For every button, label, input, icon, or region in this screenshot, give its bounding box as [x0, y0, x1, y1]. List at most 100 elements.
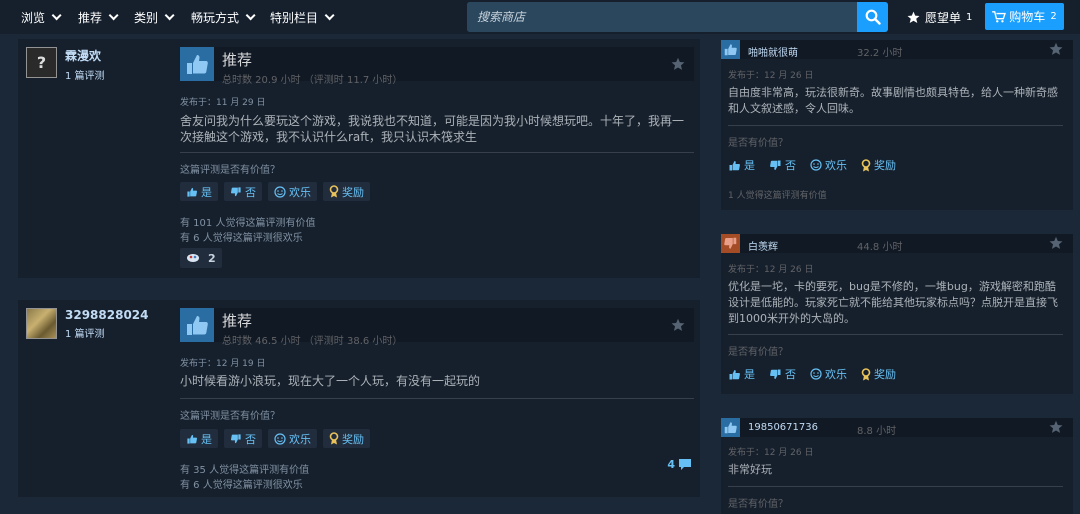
no-button[interactable]: 否: [769, 157, 796, 173]
review-verdict: 推荐: [222, 51, 253, 69]
smiley-icon: [810, 159, 822, 171]
yes-button[interactable]: 是: [180, 182, 218, 201]
funny-label: 欢乐: [289, 185, 311, 199]
side-helpful-count: 1 人觉得这篇评测有价值: [728, 191, 827, 201]
no-label: 否: [245, 185, 256, 199]
review-hours: 总时数 46.5 小时 （评测时 38.6 小时）: [222, 336, 403, 347]
review-author[interactable]: 3298828024 1 篇评测: [26, 308, 149, 340]
smiley-icon: [810, 368, 822, 380]
award-ribbon-icon: [329, 185, 339, 198]
chevron-down-icon: [108, 9, 119, 20]
thumbs-up-icon: [721, 418, 740, 437]
search-input[interactable]: [467, 2, 857, 32]
star-icon[interactable]: [1049, 42, 1063, 56]
side-review-card: 啪啪就很萌 32.2 小时 发布于：12 月 26 日 自由度非常高，玩法很新奇…: [721, 40, 1073, 210]
yes-button[interactable]: 是: [728, 157, 755, 173]
search-icon: [865, 9, 881, 25]
received-awards[interactable]: 2: [180, 248, 222, 268]
review-card: ? 霖漫欢 1 篇评测 推荐 总时数 20.9 小时 （评测时 11.7 小时）…: [18, 39, 700, 278]
funny-label: 欢乐: [825, 159, 847, 172]
smiley-icon: [274, 432, 286, 445]
side-author-name[interactable]: 19850671736: [748, 422, 818, 433]
award-button[interactable]: 奖励: [323, 429, 370, 448]
award-label: 奖励: [342, 185, 364, 199]
cart-label: 购物车: [1009, 10, 1046, 24]
thumbs-down-icon: [721, 234, 740, 253]
nav-ways-to-play[interactable]: 畅玩方式: [191, 0, 256, 34]
comments-link[interactable]: 4: [667, 458, 692, 471]
side-helpful-question: 是否有价值？: [728, 499, 788, 510]
author-name[interactable]: 3298828024: [65, 308, 149, 322]
yes-label: 是: [201, 432, 212, 446]
vote-header[interactable]: 推荐 总时数 46.5 小时 （评测时 38.6 小时）: [180, 308, 694, 347]
review-content: 小时候看游小浪玩，现在大了一个人玩，有没有一起玩的: [180, 374, 481, 388]
side-vote-buttons: 是 否 欢乐 奖励: [728, 366, 910, 382]
funny-button[interactable]: 欢乐: [268, 429, 317, 448]
side-review-header[interactable]: 19850671736 8.8 小时: [721, 418, 1073, 437]
side-posted-date: 发布于：12 月 26 日: [728, 265, 814, 275]
cart-button[interactable]: 购物车 2: [985, 3, 1064, 30]
side-review-header[interactable]: 白羡辉 44.8 小时: [721, 234, 1073, 253]
divider: [728, 486, 1063, 487]
no-button[interactable]: 否: [224, 429, 262, 448]
chevron-down-icon: [164, 9, 175, 20]
award-button[interactable]: 奖励: [861, 157, 896, 173]
nav-browse[interactable]: 浏览: [21, 0, 62, 34]
nav-special-sections[interactable]: 特别栏目: [270, 0, 335, 34]
award-button[interactable]: 奖励: [861, 366, 896, 382]
avatar[interactable]: ?: [26, 47, 57, 78]
vote-header[interactable]: 推荐 总时数 20.9 小时 （评测时 11.7 小时）: [180, 47, 694, 86]
review-author[interactable]: ? 霖漫欢 1 篇评测: [26, 47, 105, 82]
wishlist-button[interactable]: 愿望单 1: [907, 7, 972, 27]
search-box: [467, 2, 888, 32]
thumbs-up-icon: [728, 159, 741, 172]
funny-button[interactable]: 欢乐: [810, 366, 847, 382]
funny-button[interactable]: 欢乐: [268, 182, 317, 201]
nav-recommended[interactable]: 推荐: [78, 0, 119, 34]
author-review-count[interactable]: 1 篇评测: [65, 325, 149, 340]
thumbs-down-icon: [769, 368, 782, 381]
side-review-hours: 32.2 小时: [857, 48, 903, 59]
helpful-question: 这篇评测是否有价值？: [180, 411, 280, 422]
comment-count: 4: [667, 458, 675, 471]
star-icon[interactable]: [671, 318, 685, 332]
award-label: 奖励: [874, 159, 896, 172]
search-button[interactable]: [857, 2, 888, 32]
avatar[interactable]: [26, 308, 57, 339]
posted-date: 发布于：12 月 19 日: [180, 359, 266, 369]
author-name[interactable]: 霖漫欢: [65, 47, 105, 64]
funny-button[interactable]: 欢乐: [810, 157, 847, 173]
no-button[interactable]: 否: [224, 182, 262, 201]
review-content: 舍友问我为什么要玩这个游戏，我说我也不知道，可能是因为我小时候想玩吧。十年了，我…: [180, 114, 685, 144]
comment-icon: [679, 459, 691, 470]
side-review-header[interactable]: 啪啪就很萌 32.2 小时: [721, 40, 1073, 59]
chevron-down-icon: [324, 9, 335, 20]
side-author-name[interactable]: 白羡辉: [748, 238, 778, 253]
side-review-content: 非常好玩: [728, 463, 772, 476]
yes-label: 是: [744, 368, 755, 381]
nav-special-sections-label: 特别栏目: [270, 10, 319, 25]
divider: [180, 398, 694, 399]
divider: [728, 125, 1063, 126]
yes-button[interactable]: 是: [728, 366, 755, 382]
funny-label: 欢乐: [289, 432, 311, 446]
award-badge-icon: [187, 254, 199, 262]
author-review-count[interactable]: 1 篇评测: [65, 67, 105, 82]
thumbs-up-icon: [728, 368, 741, 381]
vote-buttons: 是 否 欢乐 奖励: [180, 429, 376, 448]
thumbs-up-icon: [186, 186, 198, 198]
thumbs-up-icon: [721, 40, 740, 59]
yes-button[interactable]: 是: [180, 429, 218, 448]
helpful-count: 有 35 人觉得这篇评测有价值: [180, 465, 310, 476]
review-hours: 总时数 20.9 小时 （评测时 11.7 小时）: [222, 75, 403, 86]
award-button[interactable]: 奖励: [323, 182, 370, 201]
star-icon[interactable]: [1049, 236, 1063, 250]
star-icon[interactable]: [1049, 420, 1063, 434]
chevron-down-icon: [51, 9, 62, 20]
star-icon[interactable]: [671, 57, 685, 71]
thumbs-down-icon: [230, 433, 242, 445]
thumbs-down-icon: [230, 186, 242, 198]
no-button[interactable]: 否: [769, 366, 796, 382]
nav-categories[interactable]: 类别: [134, 0, 175, 34]
side-author-name[interactable]: 啪啪就很萌: [748, 44, 798, 59]
